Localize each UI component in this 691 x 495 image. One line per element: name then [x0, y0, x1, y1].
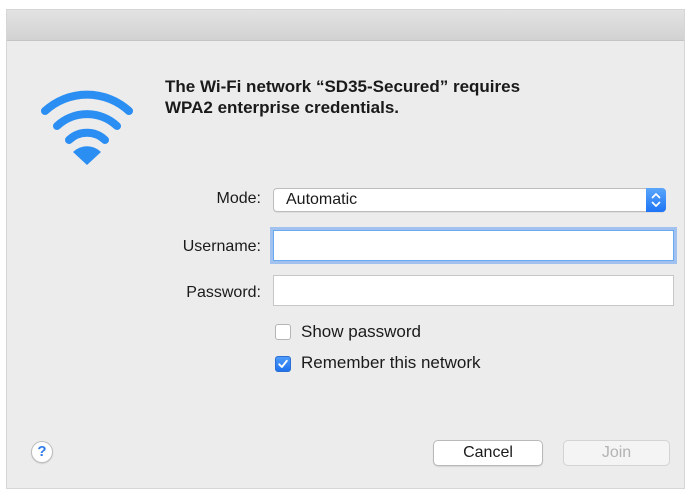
show-password-label[interactable]: Show password: [301, 322, 421, 342]
remember-network-checkbox[interactable]: [275, 356, 291, 372]
help-button[interactable]: ?: [31, 441, 53, 463]
password-label: Password:: [186, 284, 261, 301]
mode-label: Mode:: [216, 190, 261, 207]
checkmark-icon: [278, 359, 288, 368]
chevron-updown-icon[interactable]: [646, 188, 666, 212]
mode-select[interactable]: Automatic: [273, 188, 666, 212]
dialog-message: The Wi-Fi network “SD35-Secured” require…: [165, 76, 645, 118]
username-label: Username:: [182, 238, 261, 255]
message-line-2: WPA2 enterprise credentials.: [165, 98, 399, 117]
show-password-checkbox[interactable]: [275, 324, 291, 340]
message-line-1: The Wi-Fi network “SD35-Secured” require…: [165, 77, 521, 96]
join-button[interactable]: Join: [563, 440, 670, 466]
cancel-button[interactable]: Cancel: [433, 440, 543, 466]
remember-network-label[interactable]: Remember this network: [301, 353, 481, 373]
username-field[interactable]: [273, 230, 674, 261]
title-bar[interactable]: [7, 10, 684, 41]
wifi-credentials-dialog: The Wi-Fi network “SD35-Secured” require…: [7, 10, 684, 488]
mode-select-value: Automatic: [286, 191, 358, 208]
wifi-icon: [37, 80, 137, 170]
password-field[interactable]: [273, 275, 674, 306]
